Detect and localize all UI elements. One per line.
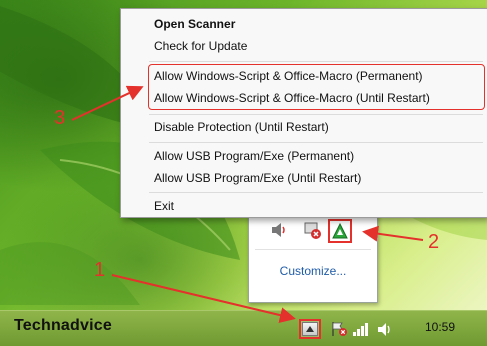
customize-link[interactable]: Customize...	[249, 264, 377, 278]
signal-bars-icon[interactable]	[352, 321, 370, 337]
annotation-number-3: 3	[54, 107, 66, 129]
app-triangle-icon[interactable]	[332, 223, 348, 239]
network-error-icon[interactable]	[302, 220, 322, 240]
clock[interactable]: 10:59	[425, 320, 455, 334]
volume-icon[interactable]	[376, 321, 394, 337]
overflow-divider	[255, 249, 371, 250]
menu-item-disable-protection[interactable]: Disable Protection (Until Restart)	[154, 118, 329, 136]
chevron-up-icon	[302, 322, 318, 336]
annotation-number-2: 2	[428, 231, 440, 253]
menu-separator	[149, 142, 483, 143]
context-menu: Open Scanner Check for Update Allow Wind…	[120, 8, 487, 218]
app-tray-icon-highlight[interactable]	[328, 219, 352, 243]
brand-watermark: Technadvice	[14, 317, 112, 334]
menu-separator	[149, 61, 483, 62]
menu-separator	[149, 192, 483, 193]
annotation-number-1: 1	[94, 259, 106, 281]
action-center-flag-icon[interactable]	[330, 321, 348, 337]
speaker-icon[interactable]	[269, 220, 289, 240]
tray-overflow-panel: Customize...	[248, 205, 378, 303]
show-hidden-icons-button[interactable]	[299, 319, 321, 339]
menu-separator	[149, 114, 483, 115]
taskbar: Technadvice 10:59	[0, 310, 487, 346]
menu-item-allow-script-permanent[interactable]: Allow Windows-Script & Office-Macro (Per…	[154, 67, 423, 85]
menu-item-allow-script-until-restart[interactable]: Allow Windows-Script & Office-Macro (Unt…	[154, 89, 430, 107]
menu-item-allow-usb-until-restart[interactable]: Allow USB Program/Exe (Until Restart)	[154, 169, 361, 187]
menu-item-check-update[interactable]: Check for Update	[154, 37, 247, 55]
menu-item-allow-usb-permanent[interactable]: Allow USB Program/Exe (Permanent)	[154, 147, 354, 165]
menu-item-open-scanner[interactable]: Open Scanner	[154, 15, 235, 33]
menu-item-exit[interactable]: Exit	[154, 197, 174, 215]
